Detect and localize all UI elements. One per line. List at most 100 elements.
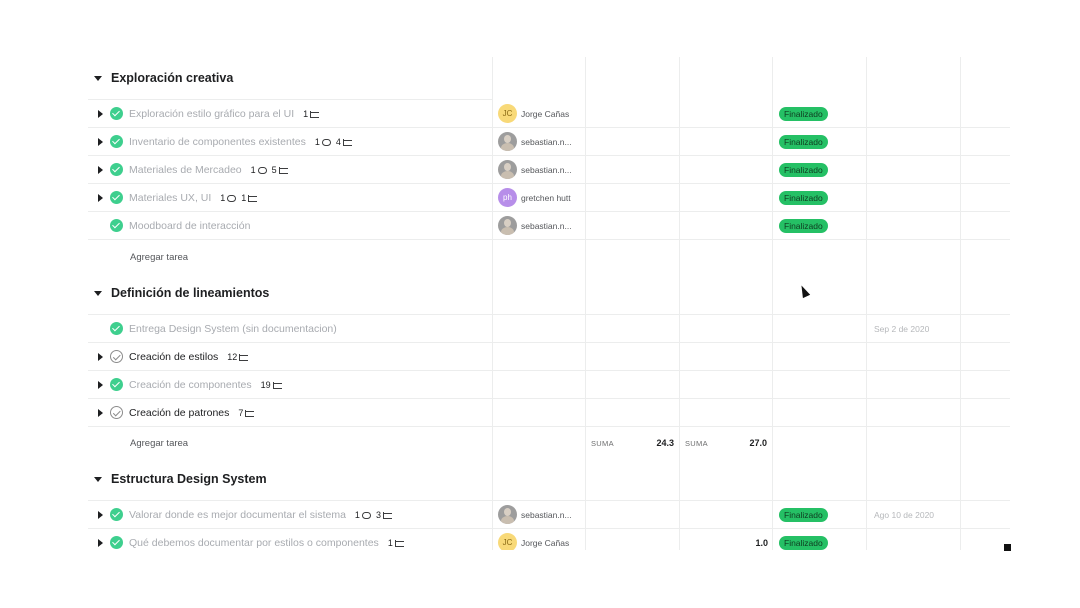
avatar: JC (498, 104, 517, 123)
assignee[interactable]: ph gretchen hutt (498, 188, 571, 207)
caret-right-icon[interactable] (98, 409, 103, 417)
add-task-row[interactable]: Agregar tarea SUMA 24.3 SUMA 27.0 (88, 428, 1010, 458)
task-name[interactable]: Materiales UX, UI (129, 192, 211, 204)
due-date[interactable]: Sep 2 de 2020 (874, 324, 929, 334)
caret-down-icon[interactable] (94, 477, 102, 482)
check-circle-icon[interactable] (110, 219, 123, 232)
status-badge[interactable]: Finalizado (779, 135, 828, 149)
assignee[interactable]: sebastian.n... (498, 132, 572, 151)
number-field[interactable]: 1.0 (708, 538, 768, 548)
task-name[interactable]: Entrega Design System (sin documentacion… (129, 323, 337, 335)
caret-right-icon[interactable] (98, 194, 103, 202)
caret-right-icon[interactable] (98, 138, 103, 146)
subtask-icon (239, 353, 249, 361)
assignee-name: sebastian.n... (521, 164, 572, 175)
sum-value: 27.0 (749, 438, 767, 448)
caret-right-icon[interactable] (98, 110, 103, 118)
task-meta: 1 4 (315, 137, 357, 147)
check-circle-icon[interactable] (110, 508, 123, 521)
assignee[interactable]: JC Jorge Cañas (498, 533, 569, 550)
caret-down-icon[interactable] (94, 76, 102, 81)
status-badge[interactable]: Finalizado (779, 163, 828, 177)
task-name[interactable]: Materiales de Mercadeo (129, 164, 242, 176)
assignee[interactable]: sebastian.n... (498, 505, 572, 524)
assignee[interactable]: sebastian.n... (498, 160, 572, 179)
task-name[interactable]: Qué debemos documentar por estilos o com… (129, 537, 379, 549)
check-circle-icon[interactable] (110, 322, 123, 335)
avatar (498, 160, 517, 179)
add-task-button[interactable]: Agregar tarea (130, 252, 188, 263)
task-name[interactable]: Moodboard de interacción (129, 220, 250, 232)
caret-right-icon[interactable] (98, 381, 103, 389)
task-name[interactable]: Inventario de componentes existentes (129, 136, 306, 148)
avatar: JC (498, 533, 517, 550)
subtask-icon (310, 110, 320, 118)
section-header-estructura[interactable]: Estructura Design System (88, 458, 1010, 502)
subtask-icon (382, 511, 392, 519)
task-row[interactable]: Entrega Design System (sin documentacion… (88, 315, 1010, 343)
check-circle-icon[interactable] (110, 378, 123, 391)
task-meta: 7 (238, 408, 259, 418)
status-badge[interactable]: Finalizado (779, 219, 828, 233)
status-badge[interactable]: Finalizado (779, 508, 828, 522)
task-meta: 1 (388, 538, 409, 548)
section-header-definicion[interactable]: ⋮⋮ Definición de lineamientos (88, 272, 1010, 316)
section-title: Exploración creativa (111, 71, 234, 85)
task-name[interactable]: Valorar donde es mejor documentar el sis… (129, 509, 346, 521)
check-circle-icon[interactable] (110, 406, 123, 419)
assignee-name: sebastian.n... (521, 136, 572, 147)
task-row[interactable]: Qué debemos documentar por estilos o com… (88, 529, 1010, 550)
task-row[interactable]: Creación de patrones 7 (88, 399, 1010, 427)
comment-count: 1 (250, 165, 256, 175)
subtask-count: 7 (238, 408, 244, 418)
add-task-button[interactable]: Agregar tarea (130, 438, 188, 449)
check-circle-icon[interactable] (110, 135, 123, 148)
check-circle-icon[interactable] (110, 536, 123, 549)
task-row[interactable]: Valorar donde es mejor documentar el sis… (88, 501, 1010, 529)
task-row[interactable]: Creación de componentes 19 (88, 371, 1010, 399)
status-badge[interactable]: Finalizado (779, 107, 828, 121)
caret-down-icon[interactable] (94, 291, 102, 296)
caret-right-icon[interactable] (98, 166, 103, 174)
caret-right-icon[interactable] (98, 353, 103, 361)
assignee-name: gretchen hutt (521, 192, 571, 203)
status-badge[interactable]: Finalizado (779, 536, 828, 550)
task-row[interactable]: Creación de estilos 12 (88, 343, 1010, 371)
check-circle-icon[interactable] (110, 163, 123, 176)
avatar: ph (498, 188, 517, 207)
task-name[interactable]: Exploración estilo gráfico para el UI (129, 108, 294, 120)
subtask-count: 1 (303, 109, 309, 119)
task-name[interactable]: Creación de estilos (129, 351, 218, 363)
check-circle-icon[interactable] (110, 350, 123, 363)
task-name[interactable]: Creación de patrones (129, 407, 229, 419)
subtask-count: 19 (260, 380, 271, 390)
task-row[interactable]: Inventario de componentes existentes 1 4… (88, 128, 1010, 156)
task-row[interactable]: Moodboard de interacción sebastian.n... … (88, 212, 1010, 240)
check-circle-icon[interactable] (110, 191, 123, 204)
due-date[interactable]: Ago 10 de 2020 (874, 510, 934, 520)
section-header-exploracion[interactable]: Exploración creativa (88, 57, 1010, 101)
add-task-row[interactable]: Agregar tarea (88, 242, 1010, 272)
caret-right-icon[interactable] (98, 511, 103, 519)
sum-label: SUMA (685, 439, 708, 448)
resize-corner (1004, 544, 1011, 551)
caret-right-icon[interactable] (98, 539, 103, 547)
avatar (498, 132, 517, 151)
subtask-count: 1 (387, 538, 393, 548)
task-row[interactable]: Exploración estilo gráfico para el UI 1 … (88, 100, 1010, 128)
subtask-count: 3 (375, 510, 381, 520)
task-name[interactable]: Creación de componentes (129, 379, 252, 391)
assignee[interactable]: JC Jorge Cañas (498, 104, 569, 123)
comment-icon (361, 511, 371, 519)
task-row[interactable]: Materiales UX, UI 1 1 ph gretchen hutt F… (88, 184, 1010, 212)
subtask-count: 1 (241, 193, 247, 203)
subtask-icon (342, 138, 352, 146)
section-title: Definición de lineamientos (111, 286, 270, 300)
assignee[interactable]: sebastian.n... (498, 216, 572, 235)
assignee-name: sebastian.n... (521, 509, 572, 520)
check-circle-icon[interactable] (110, 107, 123, 120)
status-badge[interactable]: Finalizado (779, 191, 828, 205)
task-meta: 1 1 (220, 193, 262, 203)
task-row[interactable]: Materiales de Mercadeo 1 5 sebastian.n..… (88, 156, 1010, 184)
avatar (498, 505, 517, 524)
